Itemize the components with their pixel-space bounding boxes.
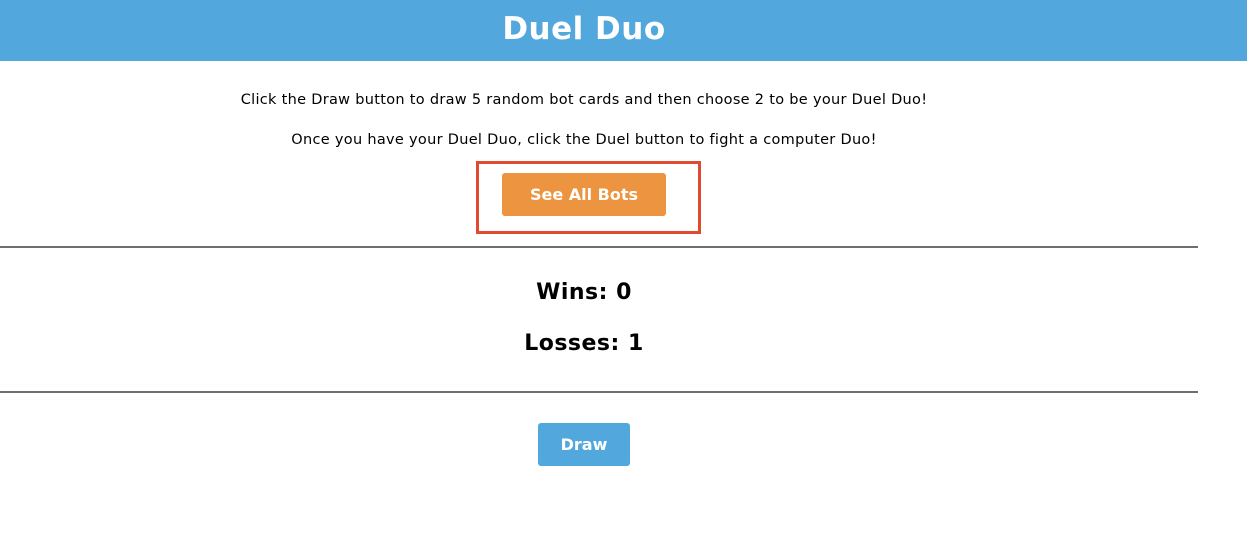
losses-counter: Losses: 1 — [524, 331, 644, 356]
wins-counter: Wins: 0 — [536, 280, 632, 305]
see-all-bots-button[interactable]: See All Bots — [502, 173, 666, 216]
divider-top — [0, 246, 1198, 248]
divider-bottom — [0, 391, 1198, 393]
page-header: Duel Duo — [0, 0, 1247, 61]
instructions-draw: Click the Draw button to draw 5 random b… — [240, 92, 928, 108]
instructions-duel: Once you have your Duel Duo, click the D… — [291, 132, 877, 148]
draw-button[interactable]: Draw — [538, 423, 630, 466]
app-title: Duel Duo — [502, 11, 666, 47]
